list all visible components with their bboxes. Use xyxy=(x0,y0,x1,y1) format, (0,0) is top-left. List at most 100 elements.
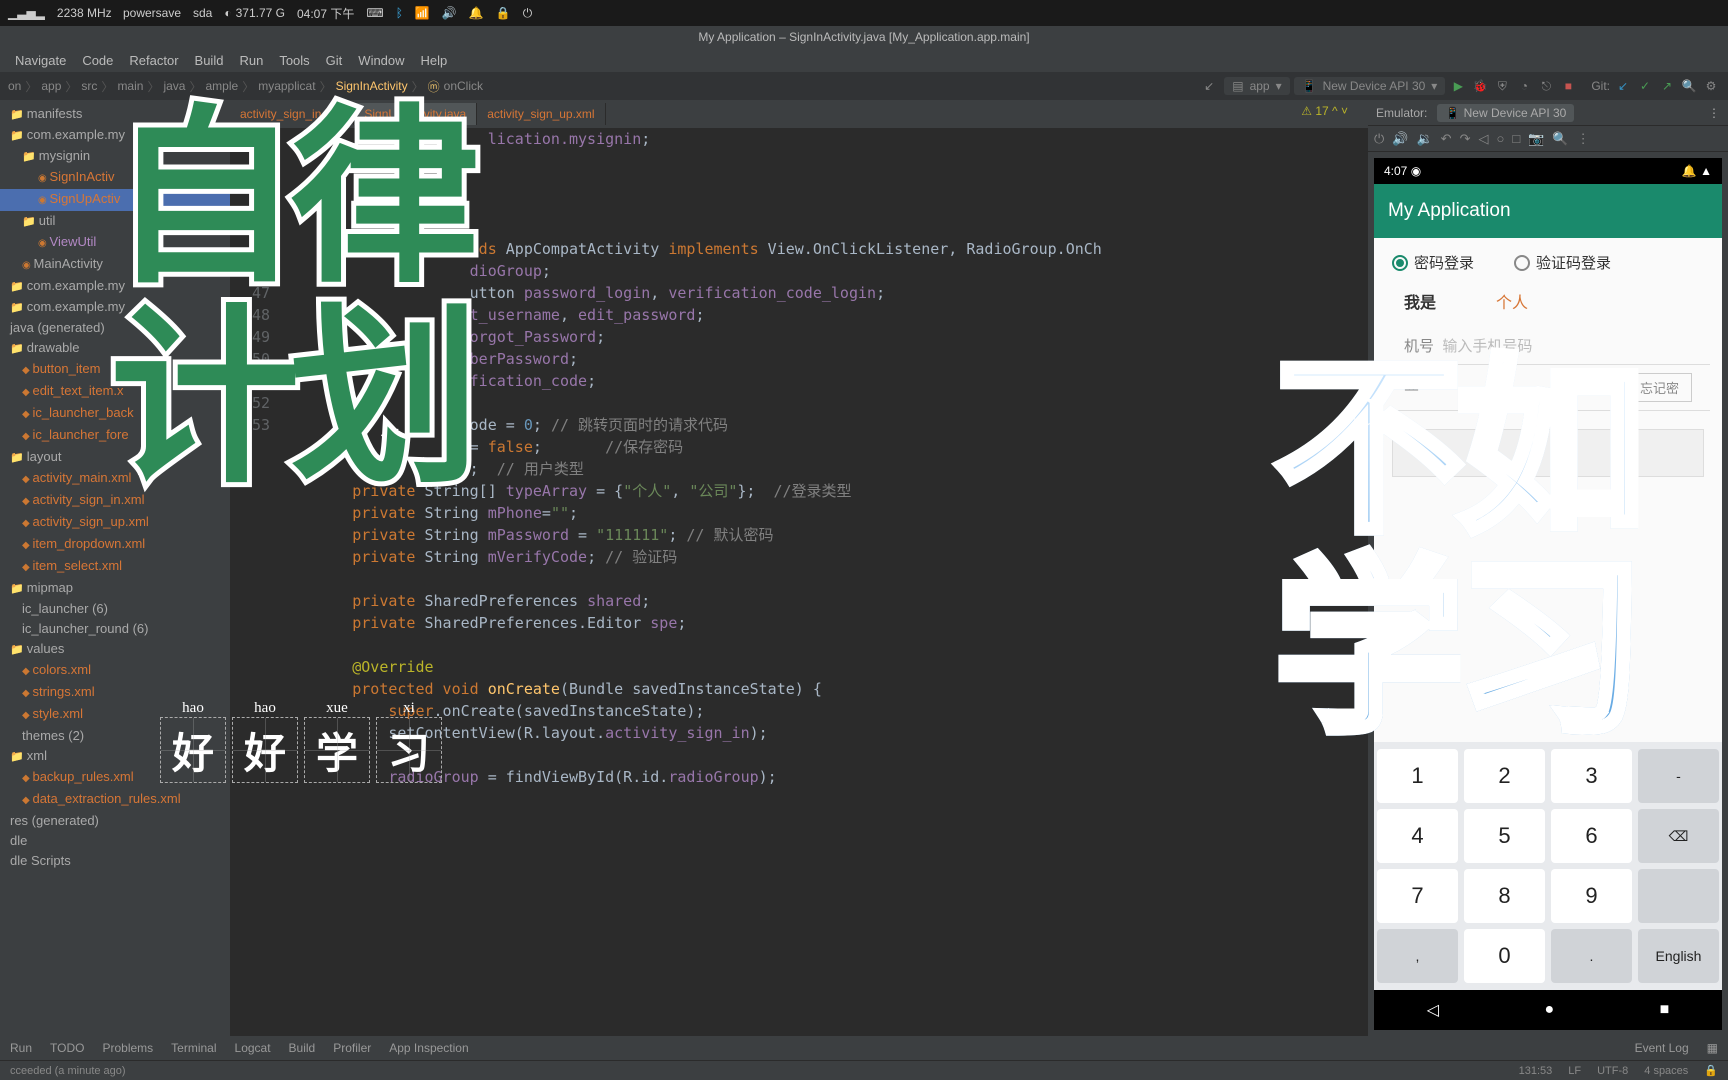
crumb-method[interactable]: onClick xyxy=(444,79,483,93)
editor-tab[interactable]: SignUpActivity.java xyxy=(354,103,477,125)
tree-item[interactable]: colors.xml xyxy=(0,660,230,682)
tool-build[interactable]: Build xyxy=(289,1041,316,1055)
tree-item[interactable]: ic_launcher_back xyxy=(0,403,230,425)
event-log-button[interactable]: Event Log xyxy=(1635,1041,1689,1055)
menu-tools[interactable]: Tools xyxy=(272,51,316,70)
git-push-icon[interactable]: ↗ xyxy=(1658,77,1676,95)
tree-item[interactable]: values xyxy=(0,639,230,660)
keypad-key[interactable]: 9 xyxy=(1551,869,1632,923)
keypad-key[interactable]: - xyxy=(1638,749,1719,803)
tree-item[interactable]: util xyxy=(0,211,230,232)
tree-item[interactable]: dle xyxy=(0,831,230,851)
search-icon[interactable]: 🔍 xyxy=(1680,77,1698,95)
tree-item[interactable]: strings.xml xyxy=(0,682,230,704)
nav-back-icon[interactable]: ◁ xyxy=(1427,1000,1439,1020)
keypad-key[interactable]: 3 xyxy=(1551,749,1632,803)
tool-problems[interactable]: Problems xyxy=(102,1041,153,1055)
keypad-key[interactable]: 6 xyxy=(1551,809,1632,863)
tool-run[interactable]: Run xyxy=(10,1041,32,1055)
tool-logcat[interactable]: Logcat xyxy=(235,1041,271,1055)
tool-terminal[interactable]: Terminal xyxy=(171,1041,216,1055)
keypad-key[interactable]: English xyxy=(1638,929,1719,983)
keypad-key[interactable]: 7 xyxy=(1377,869,1458,923)
cursor-position[interactable]: 131:53 xyxy=(1519,1065,1553,1077)
emu-back-icon[interactable]: ◁ xyxy=(1478,131,1488,147)
tree-item[interactable]: style.xml xyxy=(0,704,230,726)
emulator-more-icon[interactable]: ⋮ xyxy=(1708,106,1720,120)
run-button[interactable]: ▶ xyxy=(1449,77,1467,95)
encoding[interactable]: UTF-8 xyxy=(1597,1065,1628,1077)
password-input[interactable]: 登 忘记密 xyxy=(1386,365,1710,411)
tree-item[interactable]: activity_sign_up.xml xyxy=(0,512,230,534)
editor-tab[interactable]: activity_sign_in.xml xyxy=(230,103,354,125)
tree-item[interactable]: data_extraction_rules.xml xyxy=(0,789,230,811)
line-ending[interactable]: LF xyxy=(1568,1065,1581,1077)
profile-button[interactable]: ◔ xyxy=(1515,77,1533,95)
warnings-badge[interactable]: ⚠ 17 ^ ˅ xyxy=(1301,104,1348,118)
emu-power-icon[interactable]: ⏻ xyxy=(1374,131,1384,147)
git-commit-icon[interactable]: ✓ xyxy=(1636,77,1654,95)
keypad-key[interactable]: 5 xyxy=(1464,809,1545,863)
phone-input[interactable]: 机号 输入手机号码 xyxy=(1386,327,1710,365)
emu-volup-icon[interactable]: 🔊 xyxy=(1392,131,1408,147)
crumb[interactable]: on xyxy=(8,79,21,93)
keypad-key[interactable]: 8 xyxy=(1464,869,1545,923)
tree-item[interactable]: ic_launcher_round (6) xyxy=(0,619,230,639)
tree-item[interactable]: activity_main.xml xyxy=(0,468,230,490)
git-pull-icon[interactable]: ↙ xyxy=(1614,77,1632,95)
tree-item[interactable]: mysignin xyxy=(0,146,230,167)
tree-item[interactable]: button_item xyxy=(0,359,230,381)
tree-item[interactable]: dle Scripts xyxy=(0,851,230,871)
lock-icon[interactable]: 🔒 xyxy=(496,6,511,20)
nav-overview-icon[interactable]: ■ xyxy=(1660,1001,1670,1019)
emu-screenshot-icon[interactable]: 📷 xyxy=(1528,131,1544,147)
emu-voldown-icon[interactable]: 🔉 xyxy=(1416,131,1432,147)
attach-button[interactable]: ⎋ xyxy=(1537,77,1555,95)
crumb[interactable]: myapplicat xyxy=(258,79,315,93)
tree-item[interactable]: SignUpActiv xyxy=(0,189,230,211)
emu-rotate-right-icon[interactable]: ↷ xyxy=(1460,131,1471,147)
tree-item[interactable]: xml xyxy=(0,746,230,767)
tree-item[interactable]: ic_launcher_fore xyxy=(0,425,230,447)
user-type-value[interactable]: 个人 xyxy=(1496,289,1528,313)
emu-home-icon[interactable]: ○ xyxy=(1496,131,1504,146)
keypad-key[interactable]: 1 xyxy=(1377,749,1458,803)
tree-item[interactable]: drawable xyxy=(0,338,230,359)
emu-rotate-left-icon[interactable]: ↶ xyxy=(1441,131,1452,147)
project-tree[interactable]: manifestscom.example.mymysigninSignInAct… xyxy=(0,100,230,1036)
power-icon[interactable]: ⏻ xyxy=(523,6,533,21)
crumb-class[interactable]: SignInActivity xyxy=(336,79,408,93)
emu-more-icon[interactable]: ⋮ xyxy=(1577,131,1590,147)
tree-item[interactable]: edit_text_item.x xyxy=(0,381,230,403)
keypad-key[interactable]: 2 xyxy=(1464,749,1545,803)
menu-code[interactable]: Code xyxy=(75,51,120,70)
keyboard-icon[interactable]: ⌨ xyxy=(366,6,383,20)
tree-item[interactable]: com.example.my xyxy=(0,125,230,146)
tree-item[interactable]: backup_rules.xml xyxy=(0,767,230,789)
tool-app-inspection[interactable]: App Inspection xyxy=(389,1041,468,1055)
volume-icon[interactable]: 🔊 xyxy=(442,6,457,20)
tree-item[interactable]: item_dropdown.xml xyxy=(0,534,230,556)
wifi-icon[interactable]: 📶 xyxy=(415,6,430,20)
tool-todo[interactable]: TODO xyxy=(50,1041,84,1055)
emulator-device-select[interactable]: 📱 New Device API 30 xyxy=(1437,104,1574,122)
code-login-radio[interactable]: 验证码登录 xyxy=(1514,252,1611,273)
layout-inspector-icon[interactable]: ▦ xyxy=(1707,1041,1718,1055)
tool-profiler[interactable]: Profiler xyxy=(333,1041,371,1055)
menu-git[interactable]: Git xyxy=(319,51,350,70)
tree-item[interactable]: ViewUtil xyxy=(0,232,230,254)
emu-zoom-icon[interactable]: 🔍 xyxy=(1552,131,1568,147)
emu-overview-icon[interactable]: □ xyxy=(1512,131,1520,146)
tree-item[interactable]: ic_launcher (6) xyxy=(0,599,230,619)
password-login-radio[interactable]: 密码登录 xyxy=(1392,252,1474,273)
notification-icon[interactable]: 🔔 xyxy=(469,6,484,20)
keypad-key[interactable]: 4 xyxy=(1377,809,1458,863)
settings-icon[interactable]: ⚙ xyxy=(1702,77,1720,95)
tree-item[interactable]: mipmap xyxy=(0,578,230,599)
keypad-key[interactable]: ⌫ xyxy=(1638,809,1719,863)
debug-button[interactable]: 🐞 xyxy=(1471,77,1489,95)
menu-window[interactable]: Window xyxy=(351,51,411,70)
lock-icon[interactable]: 🔒 xyxy=(1704,1064,1718,1077)
crumb[interactable]: app xyxy=(41,79,61,93)
coverage-button[interactable]: ⛨ xyxy=(1493,77,1511,95)
